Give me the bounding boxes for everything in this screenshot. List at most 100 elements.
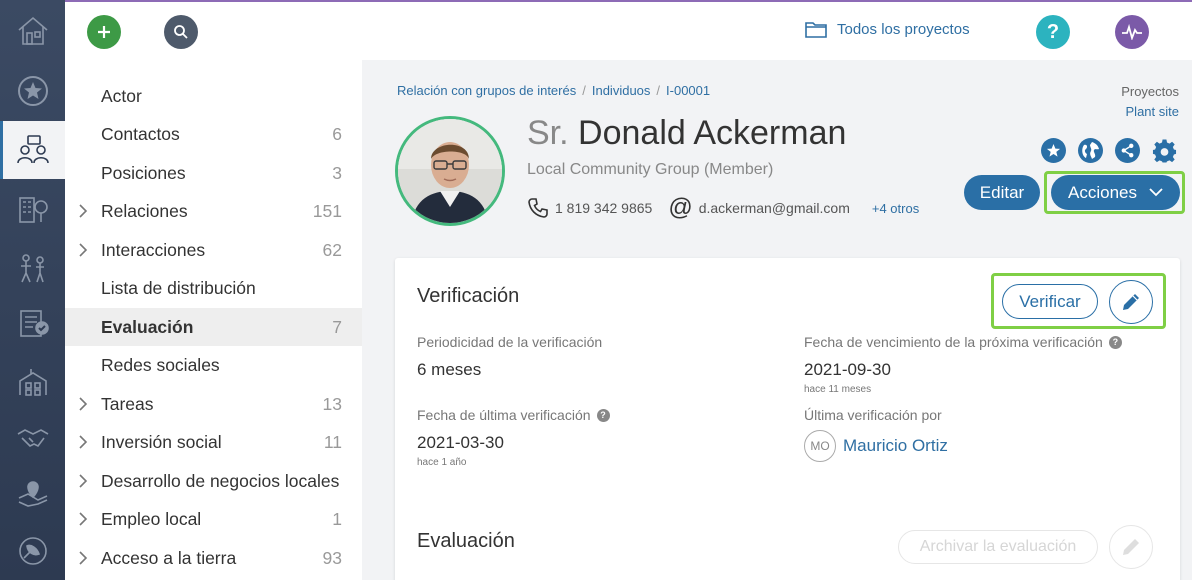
subnav-item[interactable]: Acceso a la tierra 93 [65, 539, 362, 577]
rail-organizations[interactable] [0, 180, 65, 238]
star-icon [17, 76, 48, 106]
subnav-item[interactable]: Posiciones 3 [65, 154, 362, 192]
subnav-item[interactable]: Tareas 13 [65, 385, 362, 423]
subnav-item[interactable]: Empleo local 1 [65, 500, 362, 538]
chevron-down-icon [1149, 188, 1163, 197]
chevron-right-icon[interactable] [77, 203, 89, 219]
edit-button[interactable]: Editar [964, 175, 1040, 210]
verification-title: Verificación [417, 285, 520, 307]
chevron-right-icon[interactable] [77, 434, 89, 450]
subnav-item-count: 151 [312, 201, 342, 221]
projects-label: Proyectos [1121, 84, 1179, 99]
settings-button[interactable] [1152, 138, 1177, 163]
evaluation-title: Evaluación [417, 530, 515, 552]
subnav-item-count: 7 [332, 317, 342, 337]
person-full-name: Donald Ackerman [578, 114, 847, 152]
stakeholders-icon [16, 135, 49, 164]
subnav-item-label: Lista de distribución [101, 278, 256, 298]
person-photo-icon [398, 119, 502, 223]
subnav-item[interactable]: Redes sociales [65, 346, 362, 384]
folder-icon [805, 22, 827, 38]
top-bar: Todos los proyectos ? [65, 0, 1192, 60]
breadcrumb-item[interactable]: I-00001 [666, 83, 710, 98]
pencil-icon [1123, 294, 1139, 310]
chevron-right-icon[interactable] [77, 396, 89, 412]
activity-button[interactable] [1115, 15, 1149, 49]
plus-icon [98, 26, 110, 38]
last-verification-relative: hace 1 año [417, 457, 467, 468]
subnav-item-count: 3 [332, 163, 342, 183]
phone-number[interactable]: 1 819 342 9865 [555, 200, 652, 216]
breadcrumb-item[interactable]: Individuos [592, 83, 651, 98]
subnav-item[interactable]: Interacciones 62 [65, 231, 362, 269]
rail-tasks[interactable] [0, 294, 65, 352]
next-due-label: Fecha de vencimiento de la próxima verif… [804, 334, 1122, 350]
profile-quick-actions [1041, 138, 1177, 163]
person-salutation: Sr. [527, 114, 569, 152]
person-group: Local Community Group (Member) [527, 161, 774, 178]
help-icon[interactable]: ? [1108, 335, 1122, 349]
share-button[interactable] [1115, 138, 1140, 163]
organizations-icon [18, 197, 48, 223]
map-icon [18, 481, 47, 507]
pulse-icon [1122, 24, 1142, 40]
person-name: Sr. Donald Ackerman [527, 114, 846, 153]
subnav-item-count: 1 [332, 509, 342, 529]
subnav-item[interactable]: Evaluación 7 [65, 308, 362, 346]
search-button[interactable] [164, 15, 198, 49]
rail-locations[interactable] [0, 353, 65, 411]
last-verification-value: 2021-03-30 [417, 433, 504, 452]
subnav-item-label: Interacciones [101, 240, 206, 260]
subnav-item[interactable]: Actor [65, 77, 362, 115]
edit-verification-button[interactable] [1109, 280, 1153, 324]
subnav-item-count: 93 [322, 548, 342, 568]
rail-favorites[interactable] [0, 62, 65, 120]
subnav-item[interactable]: Desarrollo de negocios locales [65, 462, 362, 500]
subnav-item[interactable]: Inversión social 11 [65, 423, 362, 461]
more-contacts-link[interactable]: +4 otros [872, 201, 919, 216]
subnav-item-label: Actor [101, 86, 142, 106]
breadcrumb-separator: / [656, 83, 661, 98]
verify-button[interactable]: Verificar [1002, 284, 1098, 319]
groups-icon [20, 254, 44, 283]
subnav-item-label: Evaluación [101, 317, 194, 337]
subnav-item-label: Redes sociales [101, 355, 220, 375]
chevron-right-icon[interactable] [77, 473, 89, 489]
rail-groups[interactable] [0, 239, 65, 297]
actions-dropdown[interactable]: Acciones [1051, 175, 1180, 210]
all-projects-link[interactable]: Todos los proyectos [805, 20, 970, 38]
email-icon: @ [668, 194, 693, 221]
actions-label: Acciones [1068, 182, 1137, 202]
favorite-button[interactable] [1041, 138, 1066, 163]
rail-home[interactable] [0, 2, 65, 60]
rail-map[interactable] [0, 464, 65, 522]
last-verification-label-text: Fecha de última verificación [417, 407, 591, 423]
globe-button[interactable] [1078, 138, 1103, 163]
tasks-icon [19, 310, 49, 337]
verifier-name[interactable]: Mauricio Ortiz [843, 436, 948, 456]
archive-evaluation-button[interactable]: Archivar la evaluación [898, 530, 1098, 564]
subnav-item[interactable]: Lista de distribución [65, 269, 362, 307]
next-due-relative: hace 11 meses [804, 384, 872, 395]
rail-stakeholders[interactable] [0, 121, 65, 179]
chevron-right-icon[interactable] [77, 511, 89, 527]
rail-environment[interactable] [0, 522, 65, 580]
edit-evaluation-button[interactable] [1109, 525, 1153, 569]
projects-value[interactable]: Plant site [1126, 104, 1179, 119]
search-icon [174, 25, 188, 39]
subnav-item[interactable]: Contactos 6 [65, 115, 362, 153]
subnav-item[interactable]: Relaciones 151 [65, 192, 362, 230]
breadcrumb-item[interactable]: Relación con grupos de interés [397, 83, 576, 98]
star-icon [1046, 143, 1061, 157]
add-button[interactable] [87, 15, 121, 49]
chevron-right-icon[interactable] [77, 242, 89, 258]
subnav-item-label: Acceso a la tierra [101, 548, 237, 568]
help-button[interactable]: ? [1036, 15, 1070, 49]
email-address[interactable]: d.ackerman@gmail.com [699, 200, 850, 216]
help-icon[interactable]: ? [596, 408, 610, 422]
chevron-right-icon[interactable] [77, 550, 89, 566]
rail-agreements[interactable] [0, 408, 65, 466]
subnav-item-label: Contactos [101, 124, 180, 144]
subnav-item-label: Desarrollo de negocios locales [101, 471, 340, 491]
section-nav: Actor Contactos 6 Posiciones 3 Relaciones 151 I… [65, 60, 362, 580]
